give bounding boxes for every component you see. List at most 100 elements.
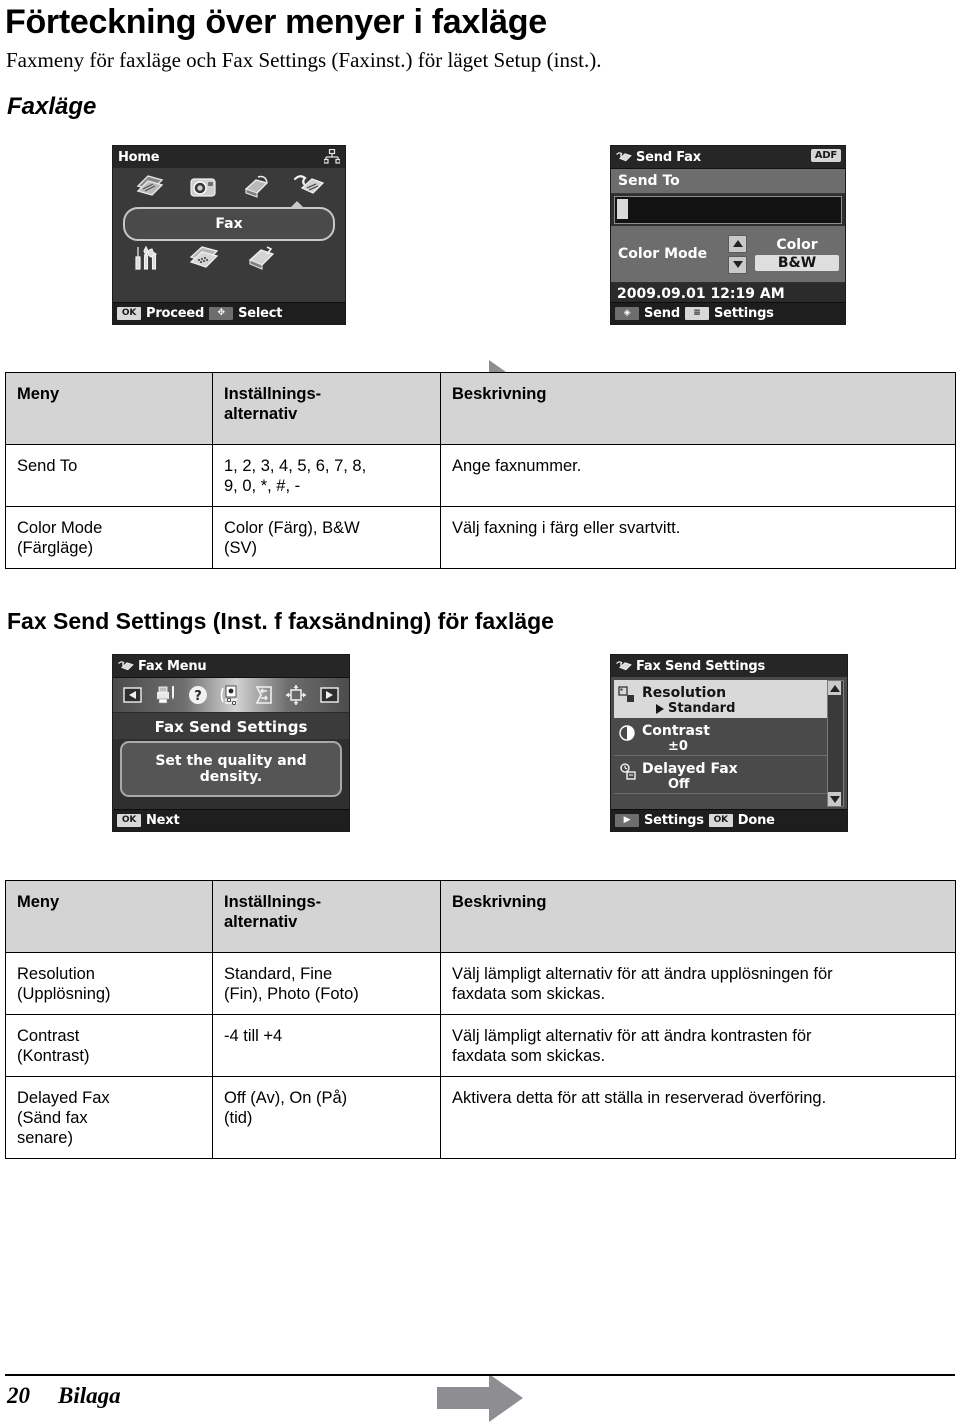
setting-name: Delayed Fax [642, 761, 738, 777]
page-subtitle: Faxmeny för faxläge och Fax Settings (Fa… [6, 48, 602, 72]
ok-key-badge[interactable]: OK [117, 307, 141, 320]
cell-menu: Contrast (Kontrast) [5, 1014, 213, 1077]
menu-key-badge[interactable]: ≡ [684, 307, 709, 320]
cell-menu: Send To [5, 444, 213, 507]
lcd-fss-title: Fax Send Settings [636, 658, 766, 674]
send-to-label: Send To [611, 169, 845, 194]
table-fax-send-settings: Meny Inställnings- alternativ Beskrivnin… [5, 880, 956, 1159]
table-header-meny: Meny [5, 880, 213, 953]
color-mode-spinner[interactable] [728, 234, 747, 274]
options-line-1: -4 till +4 [224, 1027, 283, 1045]
cell-options: -4 till +4 [212, 1014, 441, 1077]
ok-key-badge[interactable]: OK [117, 814, 141, 827]
fax-menu-description-box: Set the quality and density. [120, 741, 342, 797]
fax-menu-heading: Fax Send Settings [113, 713, 349, 739]
maintenance-icon[interactable] [245, 243, 279, 273]
menu-line-2: (Upplösning) [17, 985, 111, 1003]
list-item[interactable]: Contrast ±0 [614, 718, 844, 756]
ok-key-badge[interactable]: OK [708, 814, 733, 827]
scroll-down-button[interactable] [828, 792, 841, 806]
table-header-row: Meny Inställnings- alternativ Beskrivnin… [5, 372, 956, 445]
send-fax-footer-label-settings: Settings [713, 306, 774, 321]
description-line-1: Välj lämpligt alternativ för att ändra k… [452, 1027, 812, 1045]
table-row: Contrast (Kontrast) -4 till +4 Välj lämp… [5, 1014, 956, 1077]
color-mode-label: Color Mode [618, 246, 708, 262]
triangle-up-icon [829, 684, 840, 692]
table-header-beskrivning: Beskrivning [440, 372, 956, 445]
footer-divider [5, 1374, 955, 1376]
list-item-text: Resolution Standard [642, 682, 844, 717]
spinner-up-button[interactable] [728, 234, 747, 253]
scrollbar[interactable] [827, 680, 844, 807]
header-line-1: Inställnings- [224, 893, 322, 911]
scan-icon[interactable] [239, 172, 273, 202]
lcd-fax-send-settings-screen: Fax Send Settings Resolution Standard Co… [610, 654, 848, 832]
lcd-fss-footer: ▶ Settings OK Done [611, 809, 847, 831]
delayed-fax-icon [616, 760, 638, 782]
copy-icon[interactable] [133, 172, 167, 202]
cell-options: Off (Av), On (På) (tid) [212, 1076, 441, 1159]
home-selected-item-fax[interactable]: Fax [123, 201, 335, 241]
adf-badge: ADF [810, 149, 841, 162]
table-fax-mode: Meny Inställnings- alternativ Beskrivnin… [5, 372, 956, 569]
color-mode-option-bw[interactable]: B&W [755, 255, 839, 271]
menu-line-3: senare) [17, 1129, 73, 1147]
dpad-key-badge[interactable]: ✥ [209, 307, 234, 320]
photo-icon[interactable] [186, 172, 220, 202]
start-key-badge[interactable]: ◈ [615, 307, 639, 320]
arrow-left-icon[interactable] [122, 684, 144, 706]
list-item[interactable]: Resolution Standard [614, 680, 844, 718]
cell-menu: Color Mode (Färgläge) [5, 506, 213, 569]
cell-description: Välj lämpligt alternativ för att ändra k… [440, 1014, 956, 1077]
datetime-value: 2009.09.01 12:19 AM [617, 286, 785, 302]
fss-footer-label-settings: Settings [644, 813, 704, 828]
fax-icon[interactable] [292, 172, 326, 202]
lcd-home-screen: Home Fax OK Proceed ✥ Select [112, 145, 346, 325]
color-mode-options: Color B&W [755, 237, 839, 271]
section-heading-fax-mode: Faxläge [7, 93, 97, 120]
triangle-right-icon [656, 704, 664, 714]
help-icon[interactable]: ? [187, 684, 209, 706]
cell-description: Välj lämpligt alternativ för att ändra u… [440, 952, 956, 1015]
arrow-right-icon[interactable] [318, 684, 340, 706]
list-item-text: Delayed Fax Off [642, 758, 844, 793]
fss-footer-label-done: Done [737, 813, 775, 828]
setup-icon[interactable] [129, 243, 163, 273]
table-row: Delayed Fax (Sänd fax senare) Off (Av), … [5, 1076, 956, 1159]
cell-options: Color (Färg), B&W (SV) [212, 506, 441, 569]
description-line-1: Ange faxnummer. [452, 457, 582, 475]
page-title: Förteckning över menyer i faxläge [5, 3, 547, 41]
cell-menu: Delayed Fax (Sänd fax senare) [5, 1076, 213, 1159]
list-item-text: Contrast ±0 [642, 720, 844, 755]
spinner-down-button[interactable] [728, 255, 747, 274]
fax-communication-icon[interactable] [253, 684, 275, 706]
fax-send-settings-icon[interactable] [220, 684, 242, 706]
home-body: Fax [113, 168, 345, 303]
print-report-icon[interactable] [155, 684, 177, 706]
cell-menu: Resolution (Upplösning) [5, 952, 213, 1015]
list-item[interactable]: Delayed Fax Off [614, 756, 844, 794]
section-heading-fax-send-settings: Fax Send Settings (Inst. f faxsändning) … [7, 608, 554, 634]
copy-layout-icon[interactable] [187, 243, 221, 273]
nozzle-check-icon[interactable] [285, 684, 307, 706]
lcd-fss-title-bar: Fax Send Settings [611, 655, 847, 678]
scroll-up-button[interactable] [828, 681, 841, 695]
description-line-2: faxdata som skickas. [452, 985, 606, 1003]
table-row: Color Mode (Färgläge) Color (Färg), B&W … [5, 506, 956, 569]
header-line-1: Inställnings- [224, 385, 322, 403]
lcd-home-title-bar: Home [113, 146, 345, 169]
send-to-input[interactable] [614, 196, 842, 224]
fax-icon [118, 660, 134, 670]
table-header-beskrivning: Beskrivning [440, 880, 956, 953]
setting-name: Resolution [642, 685, 727, 701]
options-line-1: Color (Färg), B&W [224, 519, 360, 537]
fax-icon [616, 660, 632, 670]
menu-line-2: (Färgläge) [17, 539, 94, 557]
menu-line-2: (Kontrast) [17, 1047, 90, 1065]
table-row: Resolution (Upplösning) Standard, Fine (… [5, 952, 956, 1015]
right-key-badge[interactable]: ▶ [615, 814, 639, 827]
setting-value-row: ±0 [642, 739, 844, 755]
color-mode-option-color[interactable]: Color [755, 237, 839, 253]
color-mode-row: Color Mode Color B&W [611, 226, 845, 282]
lcd-send-fax-title: Send Fax [636, 149, 701, 165]
